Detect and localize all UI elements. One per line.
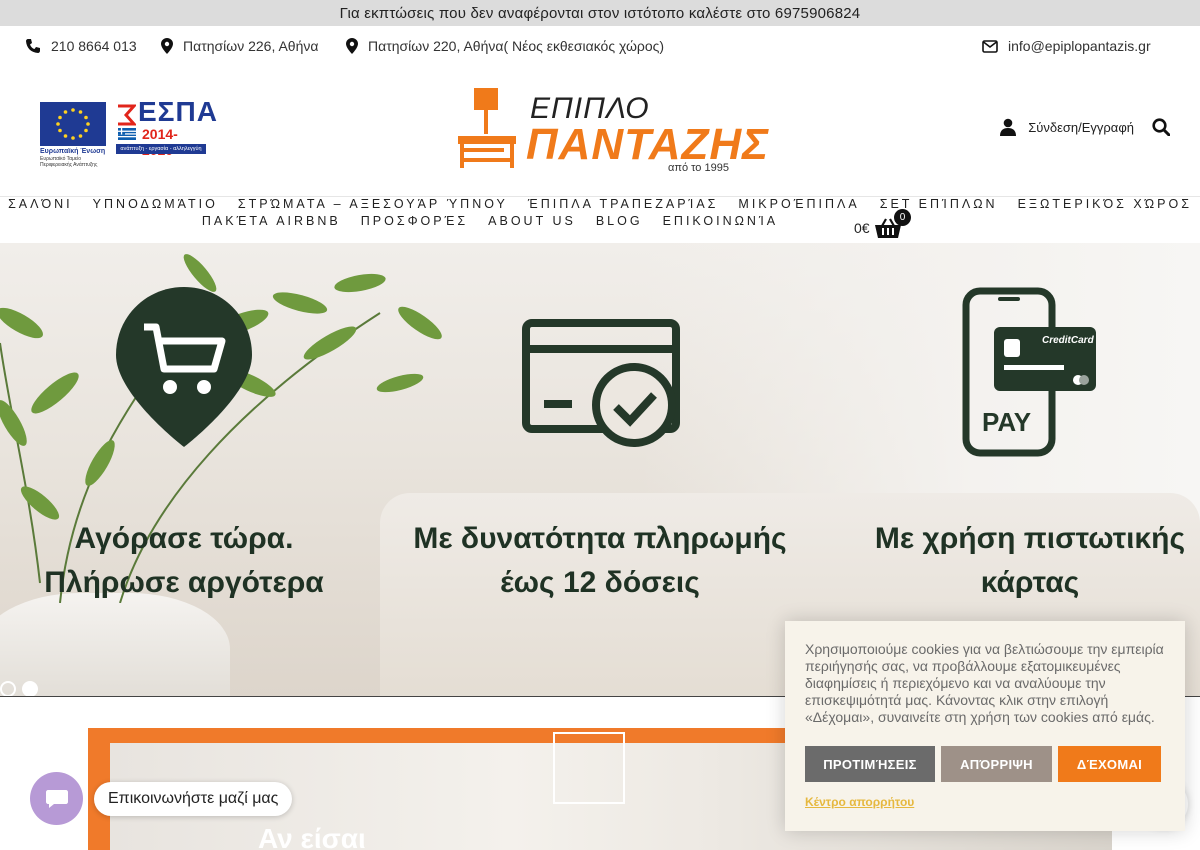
announcement-text: Για εκπτώσεις που δεν αναφέρονται στον ι… bbox=[339, 4, 861, 22]
cart-total: 0€ bbox=[854, 220, 870, 236]
promo-frame-decoration bbox=[553, 732, 625, 804]
pay-label: PAY bbox=[982, 407, 1032, 437]
nav-item-saloni[interactable]: ΣΑΛΌΝΙ bbox=[8, 197, 73, 211]
chat-button[interactable] bbox=[30, 772, 83, 825]
espa-banner[interactable]: Ευρωπαϊκή Ένωση Ευρωπαϊκό Ταμείο Περιφερ… bbox=[38, 96, 217, 170]
hero-col1-line1: Αγόρασε τώρα. bbox=[74, 522, 294, 555]
card-installments-icon bbox=[522, 319, 680, 447]
espa-title: ΕΣΠΑ bbox=[138, 96, 218, 127]
chat-label[interactable]: Επικοινωνήστε μαζί μας bbox=[94, 782, 293, 816]
hero-col1-line2: Πλήρωσε αργότερα bbox=[44, 566, 324, 599]
login-register-link[interactable]: Σύνδεση/Εγγραφή bbox=[1028, 120, 1134, 135]
site-header: Ευρωπαϊκή Ένωση Ευρωπαϊκό Ταμείο Περιφερ… bbox=[0, 66, 1200, 196]
nav-item-prosfores[interactable]: ΠΡΟΣΦΟΡΈΣ bbox=[361, 214, 468, 228]
address-2[interactable]: Πατησίων 220, Αθήνα( Νέος εκθεσιακός χώρ… bbox=[346, 38, 664, 54]
address-1[interactable]: Πατησίων 226, Αθήνα bbox=[161, 38, 318, 54]
hero-col3-line2: κάρτας bbox=[980, 566, 1080, 599]
credit-card-label: CreditCard bbox=[1042, 335, 1094, 346]
phone-number: 210 8664 013 bbox=[51, 38, 137, 54]
shop-location-icon bbox=[116, 287, 252, 447]
cart-button[interactable]: 0€ 0 bbox=[854, 209, 911, 239]
hero-col2-line1: Με δυνατότητα πληρωμής bbox=[413, 522, 787, 555]
eu-fund-label: Ευρωπαϊκό Ταμείο Περιφερειακής Ανάπτυξης bbox=[40, 156, 98, 168]
nav-item-airbnb[interactable]: ΠΑΚΈΤΑ AIRBNB bbox=[202, 214, 341, 228]
search-icon[interactable] bbox=[1152, 118, 1170, 136]
espa-slogan: ανάπτυξη - εργασία - αλληλεγγύη bbox=[116, 144, 206, 154]
phone-icon bbox=[26, 39, 40, 53]
espa-mark-icon bbox=[118, 104, 136, 126]
hero-column-2: Με δυνατότητα πληρωμής έως 12 δόσεις bbox=[380, 517, 820, 605]
cookie-preferences-button[interactable]: ΠΡΟΤΙΜΉΣΕΙΣ bbox=[805, 746, 935, 782]
chat-icon bbox=[45, 789, 68, 808]
address-2-text: Πατησίων 220, Αθήνα( Νέος εκθεσιακός χώρ… bbox=[368, 38, 665, 54]
nav-item-trapezaria[interactable]: ΈΠΙΠΛΑ ΤΡΑΠΕΖΑΡΊΑΣ bbox=[528, 197, 719, 211]
logo-line2: ΠΑΝΤΑΖΗΣ bbox=[526, 120, 770, 169]
slider-dots bbox=[0, 681, 38, 697]
eu-label: Ευρωπαϊκή Ένωση bbox=[40, 148, 106, 155]
nav-item-set-epiplon[interactable]: ΣΕΤ ΕΠΊΠΛΩΝ bbox=[880, 197, 998, 211]
promo-text: Αν είσαι bbox=[258, 823, 366, 850]
hero-col2-line2: έως 12 δόσεις bbox=[500, 566, 700, 599]
nav-row-1: ΣΑΛΌΝΙ ΥΠΝΟΔΩΜΆΤΙΟ ΣΤΡΏΜΑΤΑ – ΑΞΕΣΟΥΆΡ Ύ… bbox=[0, 197, 1200, 211]
user-icon[interactable] bbox=[1000, 118, 1017, 136]
email-contact[interactable]: info@epiplopantazis.gr bbox=[982, 38, 1151, 54]
nav-row-2: ΠΑΚΈΤΑ AIRBNB ΠΡΟΣΦΟΡΈΣ ABOUT US BLOG ΕΠ… bbox=[0, 214, 1090, 228]
slider-dot-1[interactable] bbox=[0, 681, 16, 697]
nav-item-blog[interactable]: BLOG bbox=[596, 214, 643, 228]
map-pin-icon bbox=[161, 38, 173, 54]
hero-column-1: Αγόρασε τώρα. Πλήρωσε αργότερα bbox=[0, 517, 368, 605]
nav-item-stromata[interactable]: ΣΤΡΏΜΑΤΑ – ΑΞΕΣΟΥΆΡ ΎΠΝΟΥ bbox=[238, 197, 508, 211]
main-nav: ΣΑΛΌΝΙ ΥΠΝΟΔΩΜΆΤΙΟ ΣΤΡΏΜΑΤΑ – ΑΞΕΣΟΥΆΡ Ύ… bbox=[0, 197, 1200, 243]
nav-item-exoterikos[interactable]: ΕΞΩΤΕΡΙΚΌΣ ΧΏΡΟΣ bbox=[1018, 197, 1192, 211]
hero-column-3: Με χρήση πιστωτικής κάρτας bbox=[840, 517, 1200, 605]
nav-item-epikoinonia[interactable]: ΕΠΙΚΟΙΝΩΝΊΑ bbox=[663, 214, 779, 228]
nav-item-ypnodomatio[interactable]: ΥΠΝΟΔΩΜΆΤΙΟ bbox=[93, 197, 218, 211]
eu-flag-icon bbox=[40, 102, 106, 146]
address-1-text: Πατησίων 226, Αθήνα bbox=[183, 38, 319, 54]
cookie-reject-button[interactable]: ΑΠΌΡΡΙΨΗ bbox=[941, 746, 1052, 782]
logo-since: από το 1995 bbox=[668, 162, 729, 174]
cookie-buttons: ΠΡΟΤΙΜΉΣΕΙΣ ΑΠΌΡΡΙΨΗ ΔΈΧΟΜΑΙ bbox=[805, 746, 1161, 782]
phone-contact[interactable]: 210 8664 013 bbox=[25, 38, 137, 54]
nav-item-about-us[interactable]: ABOUT US bbox=[488, 214, 576, 228]
map-pin-icon bbox=[346, 38, 358, 54]
announcement-bar: Για εκπτώσεις που δεν αναφέρονται στον ι… bbox=[0, 0, 1200, 26]
site-logo[interactable]: ΕΠΙΠΛΟ ΠΑΝΤΑΖΗΣ από το 1995 bbox=[456, 86, 768, 176]
cookie-accept-button[interactable]: ΔΈΧΟΜΑΙ bbox=[1058, 746, 1161, 782]
email-address: info@epiplopantazis.gr bbox=[1008, 38, 1151, 54]
cookie-text: Χρησιμοποιούμε cookies για να βελτιώσουμ… bbox=[805, 641, 1164, 725]
cart-count-badge: 0 bbox=[894, 209, 911, 226]
envelope-icon bbox=[982, 39, 998, 53]
contact-bar: 210 8664 013 Πατησίων 226, Αθήνα Πατησίω… bbox=[0, 26, 1200, 66]
lamp-table-logo-icon bbox=[458, 88, 516, 168]
slider-dot-2[interactable] bbox=[22, 681, 38, 697]
greek-flag-icon bbox=[118, 128, 136, 140]
account-area: Σύνδεση/Εγγραφή bbox=[1000, 118, 1170, 136]
nav-item-mikroepipla[interactable]: ΜΙΚΡΟΈΠΙΠΛΑ bbox=[738, 197, 859, 211]
privacy-center-link[interactable]: Κέντρο απορρήτου bbox=[805, 795, 914, 809]
cookie-consent-panel: Χρησιμοποιούμε cookies για να βελτιώσουμ… bbox=[785, 621, 1185, 831]
hero-col3-line1: Με χρήση πιστωτικής bbox=[874, 522, 1186, 555]
